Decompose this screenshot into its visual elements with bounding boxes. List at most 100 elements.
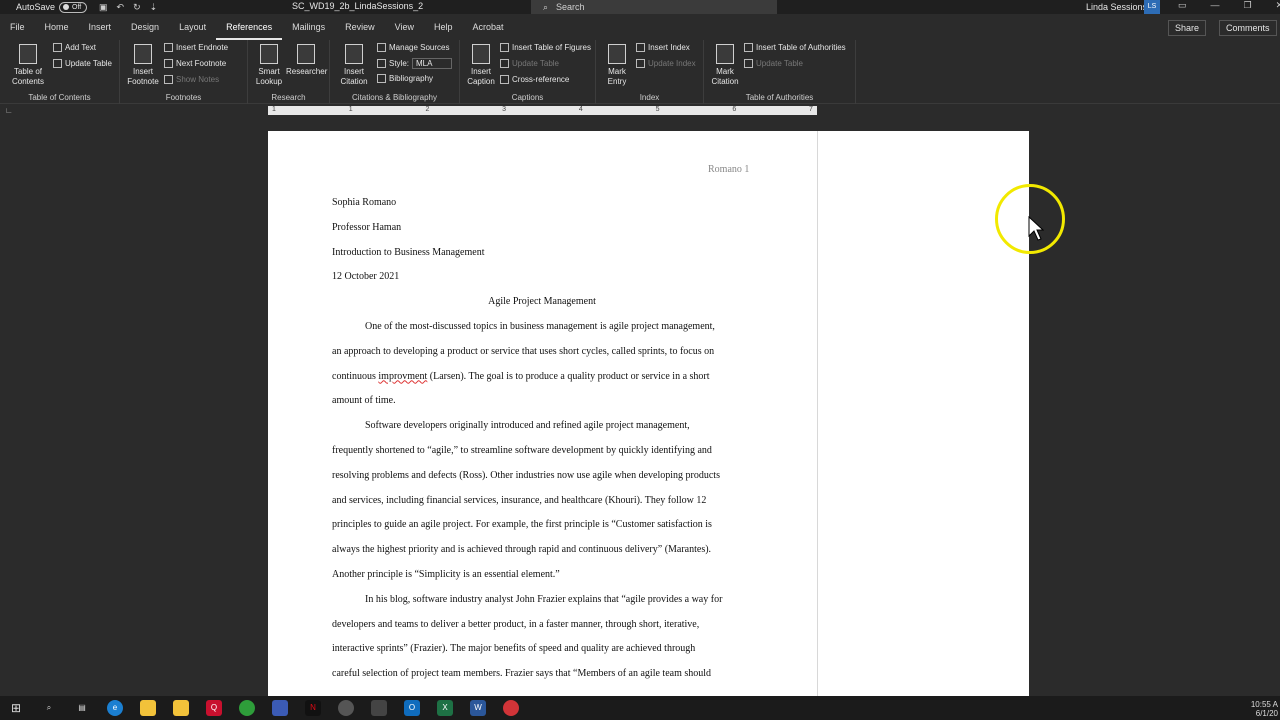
group-label: Footnotes: [165, 93, 202, 102]
tab-file[interactable]: File: [0, 14, 35, 40]
tab-selector-icon[interactable]: ∟: [5, 106, 13, 115]
update-index-icon: [636, 59, 645, 68]
user-name[interactable]: Linda Sessions: [1086, 2, 1147, 12]
insert-index-button[interactable]: Insert Index: [636, 43, 690, 52]
update-index-button[interactable]: Update Index: [636, 59, 696, 68]
redo-icon[interactable]: ↻: [133, 2, 141, 13]
share-button[interactable]: Share: [1168, 20, 1207, 36]
group-label: Table of Authorities: [745, 93, 814, 102]
tab-home[interactable]: Home: [35, 14, 79, 40]
show-notes-button[interactable]: Show Notes: [164, 75, 219, 84]
close-icon[interactable]: ✕: [1276, 0, 1280, 11]
tab-insert[interactable]: Insert: [79, 14, 122, 40]
insert-caption-label: Insert Caption: [467, 67, 495, 86]
window-controls: ▭ — ❐ ✕: [1178, 0, 1280, 11]
captions-update-table-label: Update Table: [512, 59, 559, 68]
file-explorer-icon[interactable]: [140, 700, 156, 716]
insert-citation-button[interactable]: Insert Citation: [334, 44, 374, 87]
tab-review[interactable]: Review: [335, 14, 385, 40]
netflix-icon[interactable]: N: [305, 700, 321, 716]
update-table-icon: [500, 59, 509, 68]
group-footnotes: Insert Footnote Insert Endnote Next Foot…: [120, 40, 248, 104]
customize-qat-icon[interactable]: ⇣: [150, 2, 158, 13]
mark-citation-button[interactable]: Mark Citation: [708, 44, 742, 87]
outlook-icon[interactable]: O: [404, 700, 420, 716]
group-table-of-contents: Table of Contents Add Text Update Table …: [0, 40, 120, 104]
cross-reference-button[interactable]: Cross-reference: [500, 75, 569, 84]
edge-icon[interactable]: e: [107, 700, 123, 716]
toa-update-table-button[interactable]: Update Table: [744, 59, 803, 68]
insert-caption-button[interactable]: Insert Caption: [464, 44, 498, 87]
app-q-icon[interactable]: Q: [206, 700, 222, 716]
tab-acrobat[interactable]: Acrobat: [463, 14, 514, 40]
insert-table-of-authorities-button[interactable]: Insert Table of Authorities: [744, 43, 846, 52]
app-blue-icon[interactable]: [272, 700, 288, 716]
ruler-tick: 7: [809, 106, 813, 113]
system-clock[interactable]: 10:55 A 6/1/20: [1251, 700, 1278, 718]
avatar[interactable]: LS: [1144, 0, 1160, 14]
comments-button[interactable]: Comments: [1219, 20, 1277, 36]
text-line: frequently shortened to “agile,” to stre…: [332, 444, 712, 456]
minimize-icon[interactable]: —: [1211, 0, 1220, 11]
start-icon[interactable]: ⊞: [8, 700, 24, 716]
group-label: Research: [271, 93, 306, 102]
app-gray-icon[interactable]: [338, 700, 354, 716]
search-placeholder: Search: [556, 2, 585, 12]
misspelled-word[interactable]: improvment: [378, 371, 427, 382]
task-view-icon[interactable]: ▤: [74, 700, 90, 716]
page-header: Romano 1: [708, 164, 750, 175]
update-table-icon: [744, 59, 753, 68]
save-icon[interactable]: ▣: [99, 2, 108, 13]
bibliography-button[interactable]: Bibliography: [377, 74, 433, 83]
style-icon: [377, 59, 386, 68]
ruler-tick: 3: [502, 106, 507, 113]
update-table-label: Update Table: [65, 59, 112, 68]
recorder-icon[interactable]: [503, 700, 519, 716]
insert-endnote-button[interactable]: Insert Endnote: [164, 43, 228, 52]
insert-table-of-figures-button[interactable]: Insert Table of Figures: [500, 43, 591, 52]
update-table-button[interactable]: Update Table: [53, 59, 112, 68]
next-footnote-button[interactable]: Next Footnote: [164, 59, 226, 68]
smart-lookup-label: Smart Lookup: [255, 67, 283, 86]
tab-references[interactable]: References: [216, 14, 283, 40]
insert-footnote-button[interactable]: Insert Footnote: [124, 44, 162, 87]
tab-view[interactable]: View: [385, 14, 424, 40]
tab-mailings[interactable]: Mailings: [282, 14, 335, 40]
mark-entry-button[interactable]: Mark Entry: [600, 44, 634, 87]
keyboard-icon[interactable]: [371, 700, 387, 716]
undo-icon[interactable]: ↶: [117, 2, 125, 13]
endnote-icon: [164, 43, 173, 52]
captions-update-table-button[interactable]: Update Table: [500, 59, 559, 68]
restore-icon[interactable]: ❐: [1244, 0, 1252, 11]
chrome-icon[interactable]: [239, 700, 255, 716]
document-page[interactable]: Romano 1 Sophia Romano Professor Haman I…: [268, 131, 1029, 711]
ribbon-tabs: File Home Insert Design Layout Reference…: [0, 14, 1280, 40]
word-icon[interactable]: W: [470, 700, 486, 716]
title-bar: AutoSave Off ▣ ↶ ↻ ⇣ SC_WD19_2b_LindaSes…: [0, 0, 1280, 14]
add-text-button[interactable]: Add Text: [53, 43, 96, 52]
researcher-button[interactable]: Researcher: [286, 44, 328, 77]
store-icon[interactable]: [173, 700, 189, 716]
researcher-label: Researcher: [286, 67, 328, 76]
style-select[interactable]: MLA: [412, 58, 453, 69]
tab-design[interactable]: Design: [121, 14, 169, 40]
text-line: 12 October 2021: [332, 271, 400, 283]
manage-sources-button[interactable]: Manage Sources: [377, 43, 449, 52]
smart-lookup-button[interactable]: Smart Lookup: [252, 44, 286, 87]
update-index-label: Update Index: [648, 59, 696, 68]
search-box[interactable]: ⌕ Search: [531, 0, 777, 14]
document-body[interactable]: Sophia Romano Professor Haman Introducti…: [332, 195, 752, 691]
bibliography-icon: [377, 74, 386, 83]
insert-endnote-label: Insert Endnote: [176, 43, 229, 52]
autosave-toggle[interactable]: Off: [59, 1, 88, 13]
ribbon-display-icon[interactable]: ▭: [1178, 0, 1187, 11]
table-of-authorities-icon: [744, 43, 753, 52]
group-captions: Insert Caption Insert Table of Figures U…: [460, 40, 596, 104]
horizontal-ruler[interactable]: 1 1 2 3 4 5 6 7: [268, 106, 817, 115]
excel-icon[interactable]: X: [437, 700, 453, 716]
toggle-dot-icon: [63, 4, 70, 10]
search-icon[interactable]: ⌕: [41, 700, 57, 716]
table-of-contents-button[interactable]: Table of Contents: [6, 44, 50, 87]
tab-help[interactable]: Help: [424, 14, 463, 40]
tab-layout[interactable]: Layout: [169, 14, 216, 40]
